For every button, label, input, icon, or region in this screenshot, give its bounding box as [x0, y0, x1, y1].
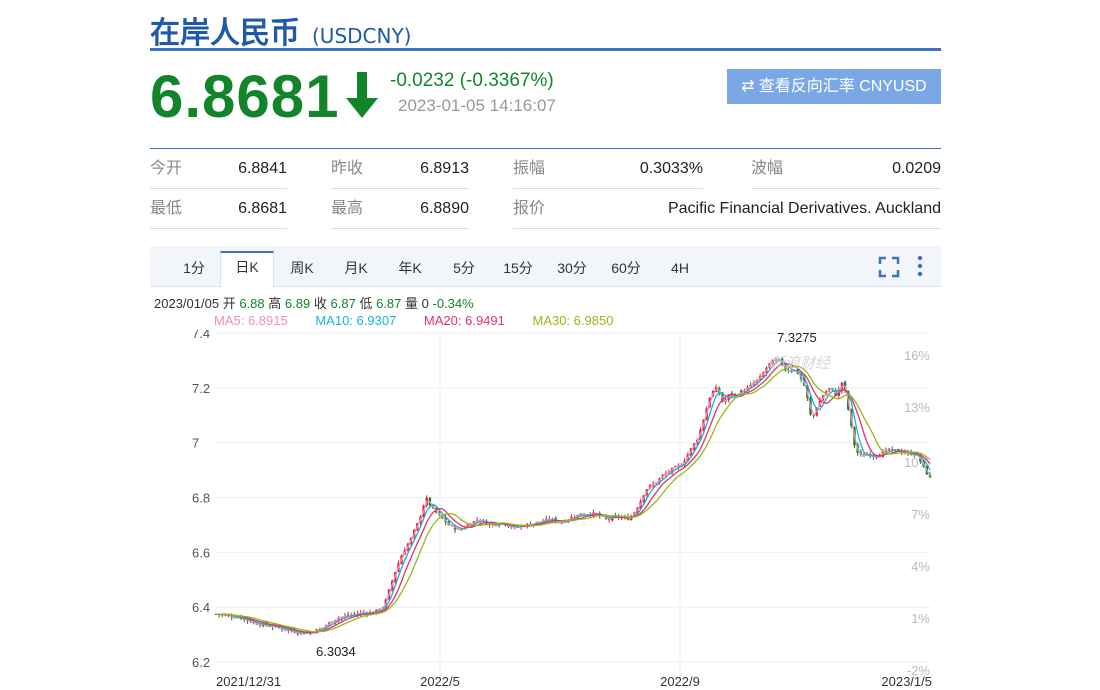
stat-label: 报价: [513, 200, 546, 217]
chart-tabbar: 1分 日K 周K 月K 年K 5分 15分 30分 60分 4H: [150, 246, 941, 289]
ma10-legend: MA10: 6.9307: [315, 313, 397, 328]
stat-label: 今开: [150, 160, 183, 177]
stat-label: 最低: [150, 200, 183, 217]
tab-monthly[interactable]: 月K: [334, 254, 378, 286]
min-value-label: 6.3034: [316, 644, 356, 659]
ma30-legend: MA30: 6.9850: [532, 313, 614, 328]
x-tick-label: 2022/9: [660, 674, 700, 689]
stat-value: 6.8890: [420, 200, 469, 217]
y-tick-label: 6.2: [192, 655, 210, 670]
max-value-label: 7.3275: [777, 330, 817, 345]
pct-tick-label: 7%: [911, 507, 930, 522]
stat-range: 波幅 0.0209: [751, 150, 941, 189]
page-title: 在岸人民币 (USDCNY): [150, 8, 411, 52]
reverse-rate-button[interactable]: ⇄ 查看反向汇率 CNYUSD: [727, 69, 941, 104]
chart-panel: 1分 日K 周K 月K 年K 5分 15分 30分 60分 4H 2023/01…: [150, 246, 941, 690]
swap-icon: ⇄: [741, 78, 755, 95]
ohlc-high: 6.89: [284, 296, 311, 311]
stat-label: 波幅: [751, 160, 784, 177]
title-divider: [150, 48, 941, 51]
stat-value: 0.0209: [892, 160, 941, 177]
tab-daily[interactable]: 日K: [220, 251, 274, 289]
stat-open: 今开 6.8841: [150, 150, 287, 189]
stat-value: 6.8681: [238, 200, 287, 217]
tab-5min[interactable]: 5分: [442, 254, 486, 286]
x-tick-label: 2023/1/5: [881, 674, 932, 689]
y-tick-label: 6.6: [192, 545, 210, 560]
fullscreen-icon[interactable]: [878, 256, 900, 278]
tab-yearly[interactable]: 年K: [388, 254, 432, 286]
more-options-icon[interactable]: [914, 254, 926, 278]
ohlc-low: 6.87: [376, 296, 402, 311]
stat-value: 0.3033%: [639, 160, 703, 177]
stat-amplitude: 振幅 0.3033%: [513, 150, 703, 189]
tab-weekly[interactable]: 周K: [280, 254, 324, 286]
ohlc-high-label: 高: [268, 296, 282, 311]
stat-value: 6.8913: [420, 160, 469, 177]
tab-60min[interactable]: 60分: [604, 254, 648, 286]
kline-chart[interactable]: 7.47.276.86.66.46.216%13%10%7%4%1%-2%202…: [150, 330, 941, 690]
ma10-line: [215, 359, 931, 634]
current-price: 6.8681: [150, 63, 340, 130]
ohlc-close: 6.87: [330, 296, 356, 311]
ohlc-open: 6.88: [239, 296, 265, 311]
stat-high: 最高 6.8890: [331, 190, 469, 229]
stat-prev-close: 昨收 6.8913: [331, 150, 469, 189]
stat-source: 报价 Pacific Financial Derivatives. Aucklan…: [513, 190, 941, 229]
currency-code: (USDCNY): [312, 24, 412, 48]
y-tick-label: 6.4: [192, 600, 210, 615]
ma-legend: MA5: 6.8915 MA10: 6.9307 MA20: 6.9491 MA…: [214, 313, 637, 328]
ohlc-close-label: 收: [313, 296, 327, 311]
pct-tick-label: 16%: [904, 348, 930, 363]
currency-name: 在岸人民币: [150, 16, 300, 51]
y-tick-label: 7.4: [192, 330, 210, 341]
ohlc-pct: -0.34%: [432, 296, 474, 311]
pct-tick-label: 13%: [904, 400, 930, 415]
ohlc-low-label: 低: [359, 296, 373, 311]
stat-value: 6.8841: [238, 160, 287, 177]
down-arrow-icon: [346, 72, 378, 118]
stat-low: 最低 6.8681: [150, 190, 287, 229]
pct-tick-label: 1%: [911, 611, 930, 626]
price-change: -0.0232 (-0.3367%): [390, 70, 554, 91]
watermark-logo: 新浪财经: [770, 355, 832, 372]
stats-divider: [150, 148, 941, 149]
reverse-rate-label: 查看反向汇率 CNYUSD: [758, 78, 927, 95]
ma5-legend: MA5: 6.8915: [214, 313, 288, 328]
ma20-legend: MA20: 6.9491: [423, 313, 505, 328]
x-tick-label: 2021/12/31: [216, 674, 281, 689]
ohlc-date: 2023/01/05: [154, 296, 220, 311]
tab-15min[interactable]: 15分: [496, 254, 540, 286]
stat-label: 振幅: [513, 160, 546, 177]
tab-1min[interactable]: 1分: [172, 254, 216, 286]
x-tick-label: 2022/5: [420, 674, 460, 689]
stat-label: 最高: [331, 200, 364, 217]
ohlc-vol: 0: [421, 296, 429, 311]
tab-4h[interactable]: 4H: [658, 254, 702, 286]
ohlc-vol-label: 量: [405, 296, 419, 311]
y-tick-label: 7: [192, 436, 199, 451]
pct-tick-label: 4%: [911, 559, 930, 574]
y-tick-label: 7.2: [192, 381, 210, 396]
tab-30min[interactable]: 30分: [550, 254, 594, 286]
stat-value: Pacific Financial Derivatives. Auckland: [667, 200, 941, 217]
y-tick-label: 6.8: [192, 491, 210, 506]
quote-timestamp: 2023-01-05 14:16:07: [398, 96, 556, 115]
ohlc-readout: 2023/01/05 开 6.88 高 6.89 收 6.87 低 6.87 量…: [154, 293, 474, 312]
ohlc-open-label: 开: [222, 296, 236, 311]
stat-label: 昨收: [331, 160, 364, 177]
